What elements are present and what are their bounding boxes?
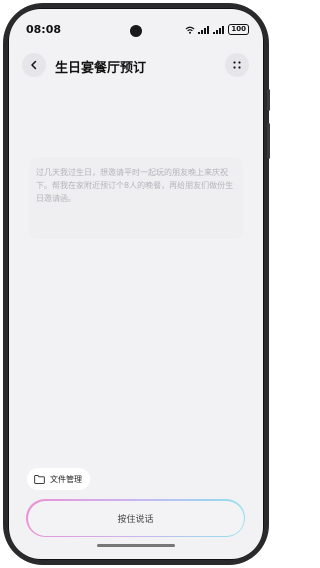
- power-button: [267, 123, 270, 159]
- wifi-icon: [185, 26, 195, 34]
- battery-icon: 100: [228, 24, 249, 35]
- page-title: 生日宴餐厅预订: [55, 61, 147, 76]
- chevron-left-icon: [31, 60, 37, 70]
- signal-icon: [198, 25, 210, 34]
- file-manager-button[interactable]: 文件管理: [27, 468, 90, 490]
- home-indicator[interactable]: [97, 544, 175, 547]
- status-icons: 100: [185, 24, 249, 35]
- back-button[interactable]: [22, 53, 46, 77]
- app-screen: 08:08 100 生日宴餐厅预订 过几天我过生日，想邀请平时一起玩的朋友晚上来…: [9, 9, 263, 559]
- front-camera: [130, 25, 142, 37]
- hold-to-talk-button[interactable]: 按住说话: [26, 499, 245, 537]
- hold-to-talk-label: 按住说话: [117, 514, 154, 525]
- hold-to-talk-inner: 按住说话: [27, 500, 244, 536]
- status-time: 08:08: [26, 23, 62, 36]
- prompt-text: 过几天我过生日，想邀请平时一起玩的朋友晚上来庆祝下。帮我在家附近预订个8人的晚餐…: [36, 168, 234, 203]
- status-bar: 08:08 100: [9, 9, 263, 37]
- suggested-prompt[interactable]: 过几天我过生日，想邀请平时一起玩的朋友晚上来庆祝下。帮我在家附近预订个8人的晚餐…: [29, 157, 243, 239]
- dots-grid-icon: [233, 61, 241, 69]
- volume-button: [267, 89, 270, 111]
- app-header: 生日宴餐厅预订: [9, 49, 263, 81]
- folder-icon: [34, 474, 45, 484]
- signal-icon-secondary: [213, 25, 225, 34]
- more-button[interactable]: [225, 53, 249, 77]
- file-manager-label: 文件管理: [50, 474, 82, 484]
